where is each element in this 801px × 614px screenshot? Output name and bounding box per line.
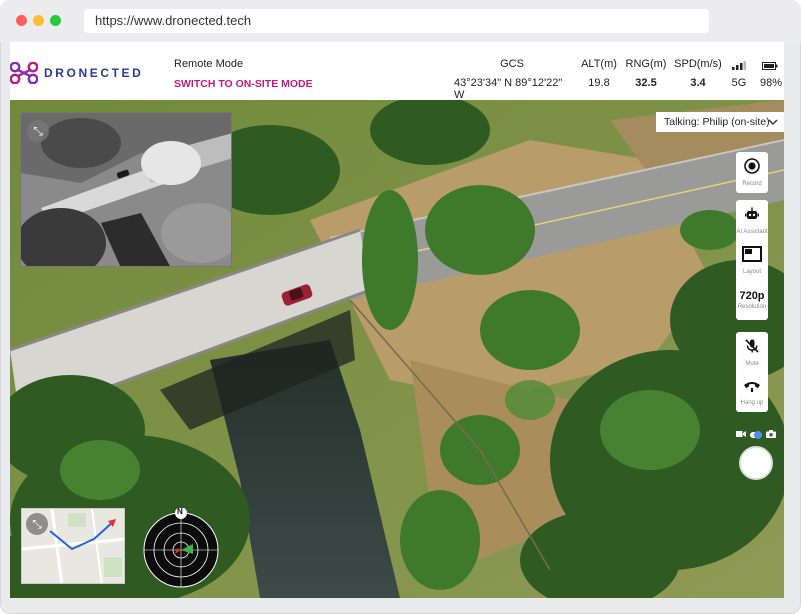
talking-label: Talking: Philip (on-site) — [664, 116, 770, 128]
record-label: Record — [742, 180, 762, 187]
mode-label: Remote Mode — [174, 58, 244, 70]
range-label: RNG(m) — [625, 58, 667, 70]
gcs-value: 43°23'34" N 89°12'22" W — [454, 77, 563, 101]
expand-icon[interactable]: ⤡ — [27, 120, 49, 142]
expand-icon[interactable]: ⤡ — [26, 513, 48, 535]
thermal-camera-pip[interactable]: ⤡ — [20, 112, 232, 267]
mute-label: Mute — [745, 360, 759, 367]
hang-up-label: Hang up — [740, 399, 764, 406]
video-icon — [736, 430, 746, 440]
battery-level: 98% — [759, 77, 783, 89]
browser-chrome: https://www.dronected.tech — [0, 0, 801, 42]
drone-logo-icon — [10, 62, 38, 84]
maximize-window-button[interactable] — [50, 15, 61, 26]
resolution-value: 720p — [739, 290, 765, 302]
speed-value: 3.4 — [690, 77, 706, 89]
altitude-label: ALT(m) — [581, 58, 617, 70]
talking-dropdown[interactable]: Talking: Philip (on-site) — [656, 112, 784, 132]
resolution-button[interactable]: 720p Resolution — [736, 280, 768, 320]
minimap[interactable]: ⤡ — [21, 508, 125, 584]
call-panel: Mute Hang up — [736, 332, 768, 412]
browser-window: https://www.dronected.tech DRONECTED Rem… — [0, 0, 801, 614]
top-bar: DRONECTED Remote Mode SWITCH TO ON-SITE … — [10, 42, 784, 101]
record-button[interactable]: Record — [736, 152, 768, 192]
tools-panel: AI Assistant Layout 720p Resolution — [736, 200, 768, 320]
hang-up-button[interactable]: Hang up — [736, 372, 768, 412]
altitude-value: 19.8 — [588, 77, 610, 89]
close-window-button[interactable] — [16, 15, 27, 26]
thermal-scene — [21, 113, 231, 266]
address-bar[interactable]: https://www.dronected.tech — [84, 9, 709, 33]
radar-scope — [143, 507, 219, 588]
speed-label: SPD(m/s) — [674, 58, 722, 70]
shutter-button[interactable] — [739, 446, 773, 480]
switch-mode-button[interactable]: SWITCH TO ON-SITE MODE — [174, 78, 313, 90]
record-panel: Record — [736, 152, 768, 193]
layout-label: Layout — [742, 268, 761, 275]
ai-assistant-label: AI Assistant — [736, 228, 768, 235]
phone-icon — [743, 379, 761, 398]
app-viewport: DRONECTED Remote Mode SWITCH TO ON-SITE … — [10, 42, 784, 598]
signal-icon — [732, 60, 746, 73]
robot-icon — [744, 206, 760, 227]
layout-button[interactable]: Layout — [736, 240, 768, 280]
ai-assistant-button[interactable]: AI Assistant — [736, 200, 768, 240]
resolution-label: Resolution — [737, 304, 767, 310]
minimize-window-button[interactable] — [33, 15, 44, 26]
north-label: N — [177, 507, 183, 516]
layout-icon — [742, 245, 762, 267]
radar-compass: N — [141, 507, 221, 588]
gcs-label: GCS — [500, 58, 524, 70]
mute-button[interactable]: Mute — [736, 332, 768, 372]
range-value: 32.5 — [635, 77, 657, 89]
chevron-down-icon — [768, 112, 778, 139]
brand-logo: DRONECTED — [10, 62, 143, 84]
record-icon — [744, 157, 760, 179]
camera-mode-toggle[interactable] — [736, 430, 776, 440]
toggle-switch[interactable] — [750, 431, 762, 439]
camera-icon — [766, 430, 776, 440]
mic-off-icon — [744, 338, 760, 359]
logo-wordmark: DRONECTED — [44, 66, 144, 80]
network-type: 5G — [731, 77, 747, 89]
battery-icon — [762, 61, 778, 73]
